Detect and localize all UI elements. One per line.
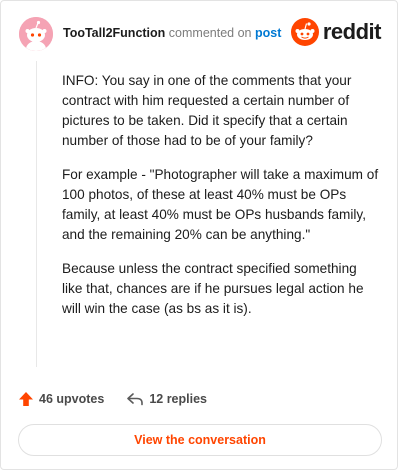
upvote-arrow-icon [19,392,33,406]
comment-attribution: TooTall2Function commented on post [63,26,281,40]
reply-count: 12 replies [149,392,207,406]
comment-actions: 46 upvotes 12 replies [18,389,229,409]
view-conversation-button[interactable]: View the conversation [18,424,382,456]
post-link[interactable]: post [255,26,281,40]
comment-paragraph: INFO: You say in one of the comments tha… [62,73,352,148]
reddit-alien-icon [290,18,319,46]
user-avatar[interactable] [19,17,53,51]
commented-on-label: commented on [168,26,252,40]
snoo-avatar-icon [19,17,53,51]
comment-paragraph: For example - "Photographer will take a … [62,167,379,242]
upvote-button[interactable]: 46 upvotes [18,391,104,407]
thread-line [36,61,37,367]
username-link[interactable]: TooTall2Function [63,26,165,40]
reddit-brand[interactable]: reddit [290,17,382,47]
comment-body: INFO: You say in one of the comments tha… [62,71,380,333]
comment-card: TooTall2Function commented on post reddi… [0,0,398,470]
reply-arrow-icon [127,393,144,406]
reddit-wordmark: reddit [322,19,382,44]
comment-header: TooTall2Function commented on post reddi… [19,17,382,51]
replies-button[interactable]: 12 replies [126,391,207,407]
comment-paragraph: Because unless the contract specified so… [62,261,364,316]
upvote-count: 46 upvotes [39,392,105,406]
